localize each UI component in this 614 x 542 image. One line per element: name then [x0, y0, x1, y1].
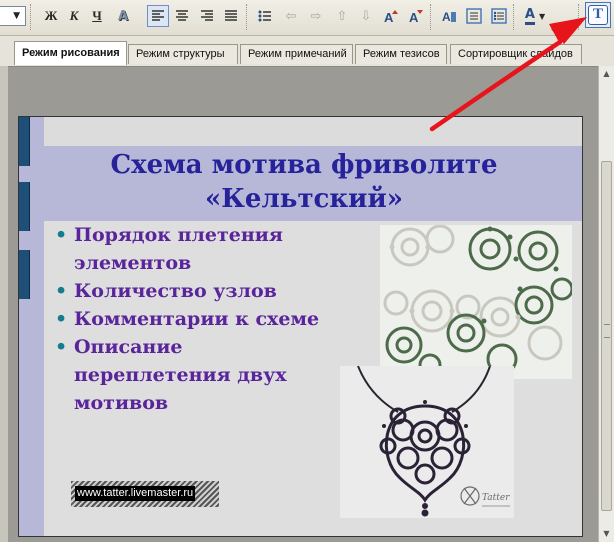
slide-pane-splitter[interactable] [0, 66, 8, 542]
toolbar-separator [430, 4, 433, 30]
bullets-numbering-icon [491, 8, 507, 24]
list-item: Комментарии к схеме [53, 305, 343, 333]
scroll-up-icon[interactable]: ▲ [601, 68, 612, 80]
paragraph-button[interactable] [463, 5, 485, 27]
align-right-icon [201, 10, 213, 21]
bullets-button[interactable] [254, 5, 276, 27]
move-down-button[interactable]: ⇩ [355, 5, 377, 27]
font-size-dropdown[interactable]: ▼ [0, 6, 26, 26]
svg-text:A: A [384, 10, 394, 25]
scrollbar-grip [604, 324, 610, 338]
paragraph-spacing-up-icon: A [384, 10, 398, 25]
list-item: Описание переплетения двух мотивов [53, 333, 343, 417]
justify-button[interactable] [220, 5, 242, 27]
align-center-icon [176, 10, 188, 21]
stripe-notch [19, 182, 30, 231]
lace-motifs-image [380, 225, 572, 379]
arrow-right-icon: ⇨ [310, 8, 322, 24]
slide-title-line: «Кельтский» [205, 184, 403, 214]
slide-canvas[interactable]: Схема мотива фриволите «Кельтский» Поряд… [18, 116, 583, 537]
align-center-button[interactable] [171, 5, 193, 27]
toolbar-separator [578, 4, 581, 30]
slide-title[interactable]: Схема мотива фриволите «Кельтский» [79, 148, 529, 216]
outdent-button[interactable]: ⇦ [280, 5, 302, 27]
font-color-icon: A [524, 7, 535, 25]
text-tool-icon: T [588, 5, 608, 25]
formatting-toolbar: ▼ Ж К Ч A ⇦ ⇨ ⇧ ⇩ A A A A ▼ ▼ T [0, 0, 614, 36]
vertical-scrollbar[interactable]: ▲ ▼ [598, 66, 614, 542]
underline-button[interactable]: Ч [86, 5, 108, 27]
arrow-left-icon: ⇦ [285, 8, 297, 24]
toolbar-separator [513, 4, 516, 30]
arrow-up-icon: ⇧ [336, 8, 348, 24]
tab-drawing-view[interactable]: Режим рисования [14, 41, 127, 65]
tab-slide-sorter[interactable]: Сортировщик слайдов [450, 44, 582, 64]
lace-photo-green[interactable] [380, 225, 572, 379]
indent-button[interactable]: ⇨ [305, 5, 327, 27]
font-color-button[interactable]: A ▼ [519, 5, 551, 27]
character-format-icon: A [442, 10, 456, 24]
decrease-spacing-button[interactable]: A [404, 5, 426, 27]
align-right-button[interactable] [196, 5, 218, 27]
scroll-down-icon[interactable]: ▼ [601, 528, 612, 540]
tab-notes-view[interactable]: Режим примечаний [240, 44, 353, 64]
align-left-button[interactable] [147, 5, 169, 27]
photo-signature: Tatter [482, 493, 510, 503]
lace-photo-pendant[interactable]: Tatter [340, 366, 514, 518]
character-button[interactable]: A [438, 5, 460, 27]
italic-button[interactable]: К [63, 5, 85, 27]
slide-left-stripe [19, 117, 44, 536]
shadow-button[interactable]: A [112, 5, 134, 27]
bullets-numbering-button[interactable] [488, 5, 510, 27]
move-up-button[interactable]: ⇧ [331, 5, 353, 27]
slide-bullet-list[interactable]: Порядок плетения элементов Количество уз… [53, 221, 343, 417]
justify-icon [225, 10, 237, 21]
lace-pendant-image: Tatter [340, 366, 514, 518]
bullet-list-icon [258, 10, 271, 22]
list-item: Количество узлов [53, 277, 343, 305]
website-watermark[interactable]: www.tatter.livemaster.ru [71, 481, 219, 507]
tab-handout-view[interactable]: Режим тезисов [355, 44, 447, 64]
chevron-down-icon: ▼ [562, 20, 570, 30]
paragraph-spacing-down-icon: A [409, 10, 423, 25]
slide-top-band [19, 117, 582, 146]
toolbar-separator [246, 4, 249, 30]
chevron-down-icon: ▼ [538, 11, 546, 21]
svg-text:A: A [442, 10, 451, 24]
svg-text:A: A [409, 10, 419, 25]
align-left-icon [152, 10, 164, 21]
bold-button[interactable]: Ж [40, 5, 62, 27]
toolbar-separator [30, 4, 33, 30]
chevron-down-icon: ▼ [13, 11, 20, 21]
view-tabs: Режим рисования Режим структуры Режим пр… [0, 36, 614, 66]
text-tool-button[interactable]: T [585, 2, 611, 28]
list-item: Порядок плетения элементов [53, 221, 343, 277]
arrow-down-icon: ⇩ [360, 8, 372, 24]
paragraph-format-icon [466, 8, 482, 24]
watermark-text: www.tatter.livemaster.ru [75, 486, 196, 501]
stripe-notch [19, 250, 30, 299]
stripe-notch [19, 117, 30, 166]
increase-spacing-button[interactable]: A [379, 5, 401, 27]
tab-outline-view[interactable]: Режим структуры [128, 44, 238, 64]
toolbar-more-button[interactable]: ▼ [560, 14, 572, 36]
slide-title-line: Схема мотива фриволите [110, 150, 498, 180]
